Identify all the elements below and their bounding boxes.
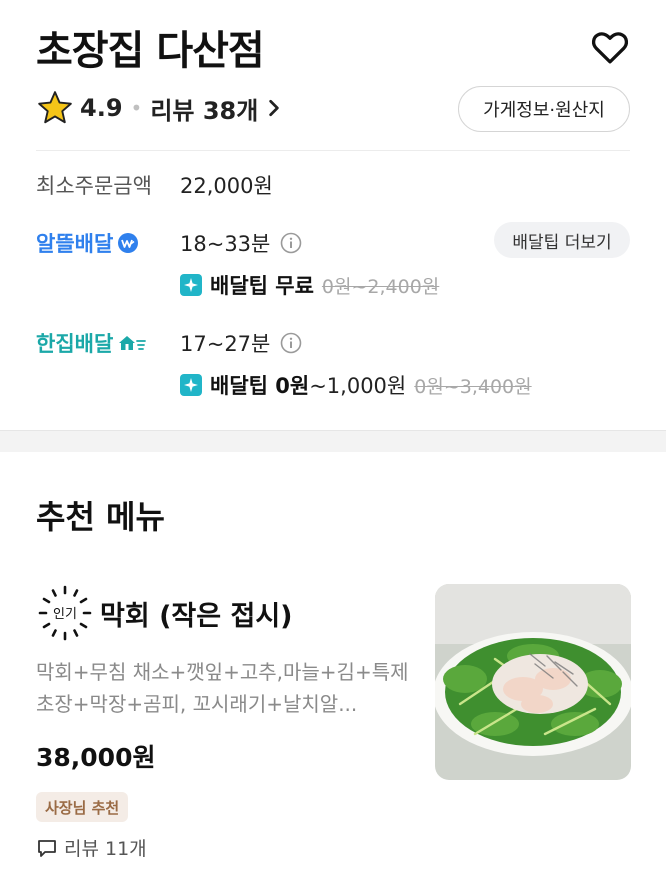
tip-more-button[interactable]: 배달팁 더보기: [494, 222, 630, 258]
menu-item-description: 막회+무침 채소+깻잎+고추,마늘+김+특제 초장+막장+곰피, 꼬시래기+날치…: [36, 660, 409, 716]
store-info-button[interactable]: 가게정보·원산지: [458, 86, 630, 132]
menu-item-name[interactable]: 막회 (작은 접시): [100, 594, 293, 633]
menu-item-price: 38,000원: [36, 743, 156, 772]
owner-recommend-badge: 사장님 추천: [36, 792, 129, 822]
economy-delivery-brand: 알뜰배달: [36, 228, 180, 258]
review-summary: 리뷰 38개: [150, 96, 259, 125]
heart-icon[interactable]: [589, 26, 631, 68]
menu-review-count-text: 리뷰 11개: [64, 838, 147, 860]
single-delivery-time: 17~27분: [180, 332, 271, 356]
review-link[interactable]: 리뷰 38개: [150, 91, 282, 126]
single-tip-extra: ~1,000원: [309, 374, 407, 398]
economy-tip-original: 0원~2,400원: [321, 275, 440, 298]
popular-badge-icon: 인기: [38, 585, 92, 641]
house-speed-icon: [119, 336, 147, 350]
info-icon[interactable]: [280, 232, 302, 254]
section-separator: [0, 430, 666, 452]
economy-delivery-time: 18~33분: [180, 232, 271, 256]
store-title: 초장집 다산점: [36, 28, 265, 74]
divider: [36, 150, 630, 151]
popular-badge-label: 인기: [53, 607, 77, 622]
single-delivery-brand: 한집배달: [36, 328, 180, 358]
separator-dot: •: [130, 96, 143, 120]
min-order-label: 최소주문금액: [36, 174, 152, 198]
info-icon[interactable]: [280, 332, 302, 354]
economy-tip-label: 배달팁 무료: [210, 274, 314, 298]
recommend-section-title: 추천 메뉴: [36, 498, 165, 536]
single-tip-label: 배달팁 0원: [210, 374, 310, 398]
menu-item-image[interactable]: [435, 584, 631, 780]
coin-icon: [118, 233, 139, 253]
single-tip-row: 배달팁 0원 ~1,000원 0원~3,400원: [180, 370, 532, 400]
menu-review-count[interactable]: 리뷰 11개: [36, 834, 147, 861]
star-icon: [38, 91, 72, 124]
sparkle-icon: [180, 374, 202, 396]
speech-bubble-icon: [38, 839, 56, 857]
min-order-value: 22,000원: [180, 174, 273, 198]
delivery-option-economy[interactable]: 알뜰배달 18~33분: [36, 228, 302, 258]
min-order-row: 최소주문금액 22,000원: [36, 170, 273, 200]
delivery-option-single[interactable]: 한집배달 17~27분: [36, 328, 302, 358]
rating-value: 4.9: [80, 94, 123, 122]
single-tip-original: 0원~3,400원: [414, 375, 532, 398]
economy-tip-row: 배달팁 무료 0원~2,400원: [180, 270, 439, 300]
sparkle-icon: [180, 274, 202, 296]
rating-row: 4.9 • 리뷰 38개: [36, 88, 282, 128]
chevron-right-icon: [269, 99, 280, 117]
